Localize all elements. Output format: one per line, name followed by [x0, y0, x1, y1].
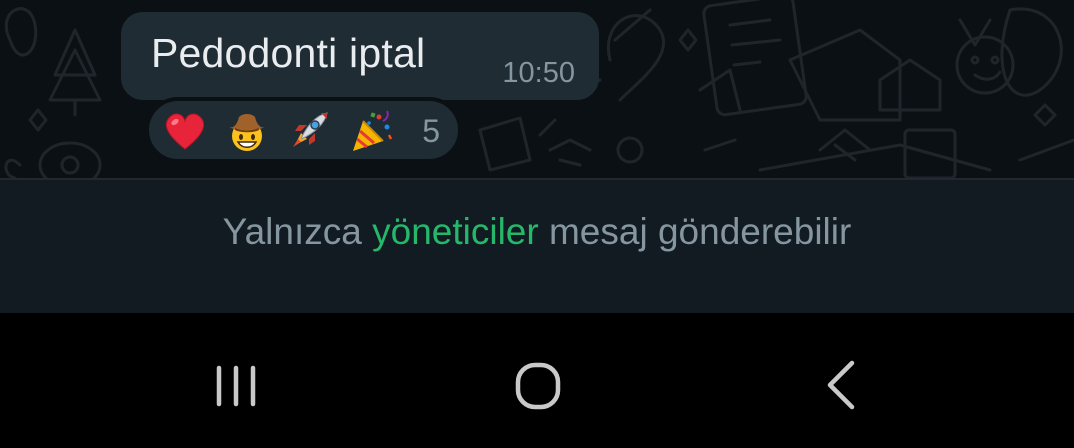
system-navigation-bar	[0, 313, 1074, 448]
party-popper-icon	[353, 110, 393, 151]
cowboy-face-icon	[229, 114, 265, 151]
red-heart-icon	[165, 113, 205, 150]
admins-link[interactable]: yöneticiler	[372, 211, 539, 252]
chat-area[interactable]: Pedodonti iptal 10:50 5	[0, 0, 1074, 178]
notice-prefix: Yalnızca	[222, 211, 373, 252]
message-time: 10:50	[502, 57, 575, 89]
back-button[interactable]	[806, 351, 876, 421]
reactions-count: 5	[422, 113, 440, 149]
reactions-pill[interactable]: 5	[145, 97, 462, 163]
notice-text: Yalnızca yöneticiler mesaj gönderebilir	[0, 211, 1074, 253]
recent-apps-icon	[216, 365, 256, 407]
back-icon	[827, 360, 855, 410]
home-button[interactable]	[503, 351, 573, 421]
rocket-icon	[293, 112, 328, 147]
message-text: Pedodonti iptal	[151, 30, 426, 76]
message-bubble[interactable]: Pedodonti iptal 10:50	[121, 12, 599, 100]
admins-only-notice: Yalnızca yöneticiler mesaj gönderebilir	[0, 180, 1074, 313]
home-icon	[515, 362, 561, 410]
screen: Pedodonti iptal 10:50 5 Yalnızca yönetic…	[0, 0, 1074, 448]
notice-suffix: mesaj gönderebilir	[538, 211, 852, 252]
recent-apps-button[interactable]	[201, 351, 271, 421]
